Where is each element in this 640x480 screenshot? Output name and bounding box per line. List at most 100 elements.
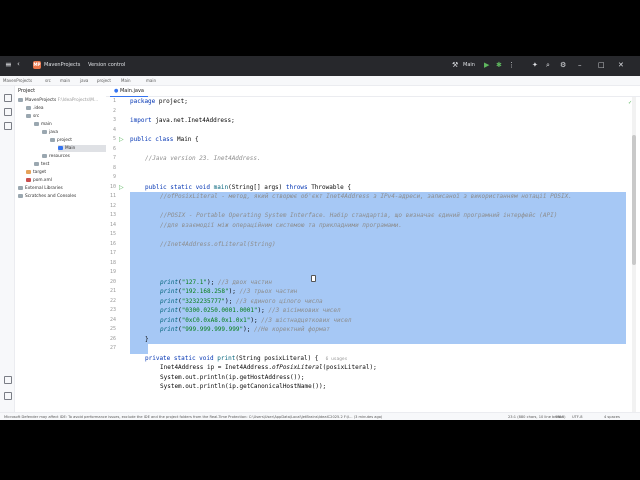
scratches-icon bbox=[18, 193, 23, 198]
terminal-icon[interactable] bbox=[4, 376, 12, 384]
code-line-selected bbox=[130, 201, 626, 211]
code-line: System.out.println(ip.getCanonicalHostNa… bbox=[160, 383, 327, 390]
debug-icon[interactable]: ✱ bbox=[496, 61, 502, 69]
status-message[interactable]: Microsoft Defender may affect IDE: To av… bbox=[4, 415, 382, 419]
maven-file-icon bbox=[26, 177, 31, 182]
code-line: print("192.168.258"); //3 трьох частин bbox=[160, 288, 298, 295]
settings-icon[interactable]: ⚙ bbox=[560, 61, 566, 69]
breadcrumb-item[interactable]: Main bbox=[121, 78, 131, 83]
code-line: print("0300.0250.0001.0001"); //3 вісімк… bbox=[160, 307, 341, 314]
scrollbar-thumb[interactable] bbox=[632, 135, 636, 265]
tree-node[interactable]: Scratches and Consoles bbox=[18, 193, 76, 200]
breadcrumb-item[interactable]: MavenProjects bbox=[3, 78, 32, 83]
breadcrumb-item[interactable]: main bbox=[60, 78, 70, 83]
editor-scrollbar[interactable] bbox=[632, 97, 636, 412]
code-line-selected bbox=[130, 258, 626, 268]
code-line-selected bbox=[130, 344, 148, 354]
line-number: 11 bbox=[109, 193, 116, 199]
vcs-widget[interactable]: Version control bbox=[88, 62, 125, 68]
project-switcher[interactable]: MavenProjects bbox=[44, 62, 80, 68]
code-editor[interactable]: package project; import java.net.Inet4Ad… bbox=[130, 97, 626, 412]
line-number: 8 bbox=[112, 164, 116, 171]
problems-icon[interactable] bbox=[4, 392, 12, 400]
run-config-selector[interactable]: Main bbox=[463, 62, 475, 68]
structure-icon[interactable] bbox=[4, 122, 12, 130]
line-number: 27 bbox=[109, 345, 116, 351]
editor-tabs: ● Main.java bbox=[106, 86, 640, 97]
run-gutter-icon[interactable]: ▷ bbox=[119, 135, 124, 145]
project-panel-title[interactable]: Project bbox=[18, 88, 35, 94]
file-encoding[interactable]: UTF-8 bbox=[572, 415, 582, 419]
line-number: 16 bbox=[109, 240, 116, 247]
project-panel-header: Project bbox=[15, 86, 105, 96]
close-icon[interactable]: ✕ bbox=[618, 61, 624, 69]
code-line: System.out.println(ip.getHostAddress()); bbox=[160, 373, 305, 381]
line-number: 15 bbox=[109, 231, 116, 237]
line-separator[interactable]: CRLF bbox=[555, 415, 564, 419]
back-icon[interactable]: ‹ bbox=[17, 60, 20, 68]
excluded-folder-icon bbox=[26, 169, 31, 174]
code-line: print("999.999.999.999"); //Не коректний… bbox=[160, 326, 330, 333]
tree-node[interactable]: pom.xml bbox=[26, 177, 52, 184]
code-line: print("127.1"); //3 двох частин bbox=[160, 278, 273, 286]
breadcrumb-item[interactable]: main bbox=[146, 78, 156, 83]
breadcrumb-item[interactable]: project bbox=[97, 78, 111, 83]
tree-node[interactable]: main bbox=[34, 121, 52, 128]
breadcrumb-item[interactable]: java bbox=[80, 78, 88, 83]
tree-node[interactable]: java bbox=[42, 129, 58, 136]
maximize-icon[interactable]: □ bbox=[598, 61, 605, 69]
tab-main-java[interactable]: ● Main.java bbox=[110, 86, 148, 97]
code-line: import java.net.Inet4Address; bbox=[130, 117, 235, 124]
tree-node[interactable]: External Libraries bbox=[18, 185, 63, 192]
tree-node[interactable]: resources bbox=[42, 153, 70, 160]
editor-gutter: 1 2 3 4 5 ▷ 6 7 8 9 10 ▷ 11 12 13 14 15 … bbox=[106, 97, 130, 412]
code-line: private static void print(String posixLi… bbox=[145, 354, 348, 362]
tree-node[interactable]: MavenProjects F:\IdeaProjects\M... bbox=[18, 97, 98, 104]
run-icon[interactable]: ▶ bbox=[484, 61, 489, 69]
folder-icon bbox=[34, 161, 39, 166]
package-icon bbox=[50, 137, 55, 142]
breadcrumb-item[interactable]: src bbox=[45, 78, 51, 83]
build-icon[interactable]: ⚒ bbox=[452, 61, 458, 69]
run-gutter-icon[interactable]: ▷ bbox=[119, 183, 124, 193]
code-line-selected bbox=[130, 268, 626, 278]
tree-node[interactable]: test bbox=[34, 161, 49, 168]
folder-icon bbox=[34, 121, 39, 126]
ai-assistant-icon[interactable]: ✦ bbox=[532, 61, 538, 69]
folder-icon bbox=[26, 113, 31, 118]
folder-icon bbox=[26, 105, 31, 110]
code-line: print("0xC0.0xA8.0x1.0x1"); //3 шістнадц… bbox=[160, 316, 352, 324]
line-number: 9 bbox=[112, 174, 116, 180]
mouse-cursor-icon bbox=[311, 275, 316, 282]
code-line: } bbox=[145, 335, 149, 343]
tree-node[interactable]: .idea bbox=[26, 105, 44, 112]
tree-node[interactable]: src bbox=[26, 113, 39, 120]
code-line: //Java version 23. Inet4Address. bbox=[145, 155, 261, 162]
line-number: 4 bbox=[112, 126, 116, 133]
folder-icon bbox=[42, 129, 47, 134]
main-menu-icon[interactable]: ≡ bbox=[5, 60, 12, 69]
more-actions-icon[interactable]: ⋮ bbox=[508, 61, 515, 69]
usages-hint[interactable]: 6 usages bbox=[326, 357, 348, 362]
commit-icon[interactable] bbox=[4, 108, 12, 116]
class-icon: ● bbox=[114, 88, 119, 94]
search-everywhere-icon[interactable]: ⌕ bbox=[546, 61, 550, 69]
tree-node[interactable]: target bbox=[26, 169, 46, 176]
folder-icon[interactable] bbox=[4, 94, 12, 102]
line-number: 13 bbox=[109, 212, 116, 218]
code-line: //ofPosixLiteral - метод, який створює о… bbox=[160, 193, 572, 200]
status-bar: Microsoft Defender may affect IDE: To av… bbox=[0, 412, 640, 420]
line-number: 1 bbox=[112, 98, 116, 104]
code-line: public static void main(String[] args) t… bbox=[145, 183, 351, 191]
tree-node[interactable]: project bbox=[50, 137, 72, 144]
indent-setting[interactable]: 4 spaces bbox=[604, 415, 620, 419]
line-number: 18 bbox=[109, 259, 116, 266]
line-number: 23 bbox=[109, 307, 116, 313]
code-line: public class Main { bbox=[130, 136, 199, 143]
line-number: 19 bbox=[109, 269, 116, 275]
minimize-icon[interactable]: – bbox=[578, 61, 582, 69]
tree-node-selected[interactable]: Main bbox=[58, 145, 106, 152]
code-line-selected bbox=[130, 230, 626, 240]
line-number: 7 bbox=[112, 155, 116, 161]
breadcrumb: MavenProjects src main java project Main… bbox=[0, 76, 640, 86]
